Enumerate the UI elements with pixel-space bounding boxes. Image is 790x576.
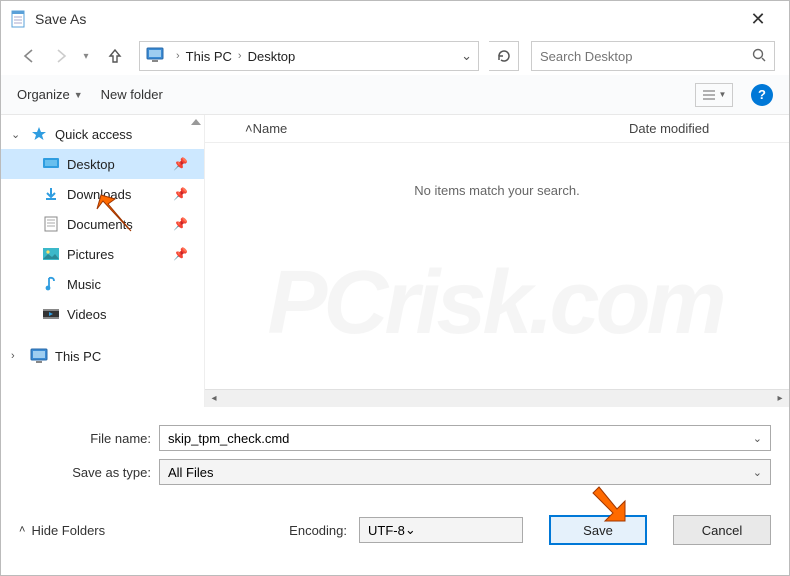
search-input[interactable] [540, 49, 752, 64]
file-fields: File name: ⌄ Save as type: All Files ⌄ [1, 407, 789, 495]
toolbar: Organize ▼ New folder ▼ ? [1, 75, 789, 115]
bottom-bar: ˄ Hide Folders Encoding: UTF-8 ⌄ Save Ca… [1, 495, 789, 561]
navigation-tree: ⌄ Quick access Desktop 📌 [1, 115, 205, 407]
window-title: Save As [35, 11, 735, 27]
cancel-button[interactable]: Cancel [673, 515, 771, 545]
filename-input[interactable] [168, 431, 753, 446]
recent-dropdown[interactable]: ▾ [79, 42, 93, 70]
chevron-down-icon: ⌄ [753, 466, 762, 479]
crumb-desktop[interactable]: Desktop [248, 49, 296, 64]
up-button[interactable] [101, 42, 129, 70]
search-box[interactable] [531, 41, 775, 71]
encoding-label: Encoding: [289, 523, 347, 538]
notepad-icon [9, 10, 27, 28]
chevron-down-icon: ▼ [719, 90, 727, 99]
pin-icon: 📌 [173, 247, 188, 261]
desktop-icon [41, 155, 61, 173]
videos-icon [41, 305, 61, 323]
organize-menu[interactable]: Organize ▼ [17, 87, 83, 102]
crumb-thispc[interactable]: This PC [186, 49, 232, 64]
scroll-up-icon[interactable] [191, 117, 201, 127]
savetype-select[interactable]: All Files ⌄ [159, 459, 771, 485]
chevron-down-icon[interactable]: ⌄ [11, 128, 23, 141]
horizontal-scrollbar[interactable]: ◂ ▸ [205, 389, 789, 407]
tree-quick-access[interactable]: ⌄ Quick access [1, 119, 204, 149]
forward-button [47, 42, 75, 70]
help-button[interactable]: ? [751, 84, 773, 106]
filename-label: File name: [19, 431, 159, 446]
hide-folders-button[interactable]: ˄ Hide Folders [19, 523, 105, 538]
star-icon [29, 125, 49, 143]
save-as-dialog: Save As ✕ ▾ › This PC › Desktop ⌄ [0, 0, 790, 576]
pictures-icon [41, 245, 61, 263]
search-icon[interactable] [752, 48, 766, 65]
chevron-right-icon: › [238, 50, 242, 62]
music-icon [41, 275, 61, 293]
back-button[interactable] [15, 42, 43, 70]
empty-message: No items match your search. [205, 143, 789, 389]
titlebar: Save As ✕ [1, 1, 789, 37]
column-date[interactable]: Date modified [629, 121, 789, 136]
view-options-button[interactable]: ▼ [695, 83, 733, 107]
pin-icon: 📌 [173, 187, 188, 201]
tree-item-pictures[interactable]: Pictures 📌 [1, 239, 204, 269]
column-name[interactable]: Name [253, 121, 629, 136]
chevron-right-icon[interactable]: › [11, 350, 23, 362]
pc-icon [146, 47, 164, 65]
save-button[interactable]: Save [549, 515, 647, 545]
close-button[interactable]: ✕ [735, 1, 781, 37]
column-headers: ˄ Name Date modified [205, 115, 789, 143]
encoding-select[interactable]: UTF-8 ⌄ [359, 517, 523, 543]
chevron-right-icon: › [176, 50, 180, 62]
chevron-up-icon: ˄ [19, 524, 25, 536]
tree-this-pc[interactable]: › This PC [1, 341, 204, 371]
new-folder-button[interactable]: New folder [101, 87, 163, 102]
tree-item-music[interactable]: Music [1, 269, 204, 299]
address-bar[interactable]: › This PC › Desktop ⌄ [139, 41, 479, 71]
navbar: ▾ › This PC › Desktop ⌄ [1, 37, 789, 75]
pin-icon: 📌 [173, 217, 188, 231]
downloads-icon [41, 185, 61, 203]
address-dropdown-icon[interactable]: ⌄ [461, 48, 472, 64]
sort-indicator-icon: ˄ [245, 121, 253, 136]
savetype-label: Save as type: [19, 465, 159, 480]
filename-input-wrapper[interactable]: ⌄ [159, 425, 771, 451]
refresh-button[interactable] [489, 41, 519, 71]
tree-item-documents[interactable]: Documents 📌 [1, 209, 204, 239]
scroll-right-icon[interactable]: ▸ [771, 390, 789, 408]
pc-icon [29, 347, 49, 365]
chevron-down-icon: ⌄ [405, 522, 416, 538]
file-list-pane: ˄ Name Date modified No items match your… [205, 115, 789, 407]
documents-icon [41, 215, 61, 233]
pin-icon: 📌 [173, 157, 188, 171]
tree-item-desktop[interactable]: Desktop 📌 [1, 149, 204, 179]
chevron-down-icon[interactable]: ⌄ [753, 432, 762, 445]
tree-item-downloads[interactable]: Downloads 📌 [1, 179, 204, 209]
scroll-left-icon[interactable]: ◂ [205, 390, 223, 408]
tree-item-videos[interactable]: Videos [1, 299, 204, 329]
main-area: ⌄ Quick access Desktop 📌 [1, 115, 789, 407]
chevron-down-icon: ▼ [74, 90, 83, 100]
